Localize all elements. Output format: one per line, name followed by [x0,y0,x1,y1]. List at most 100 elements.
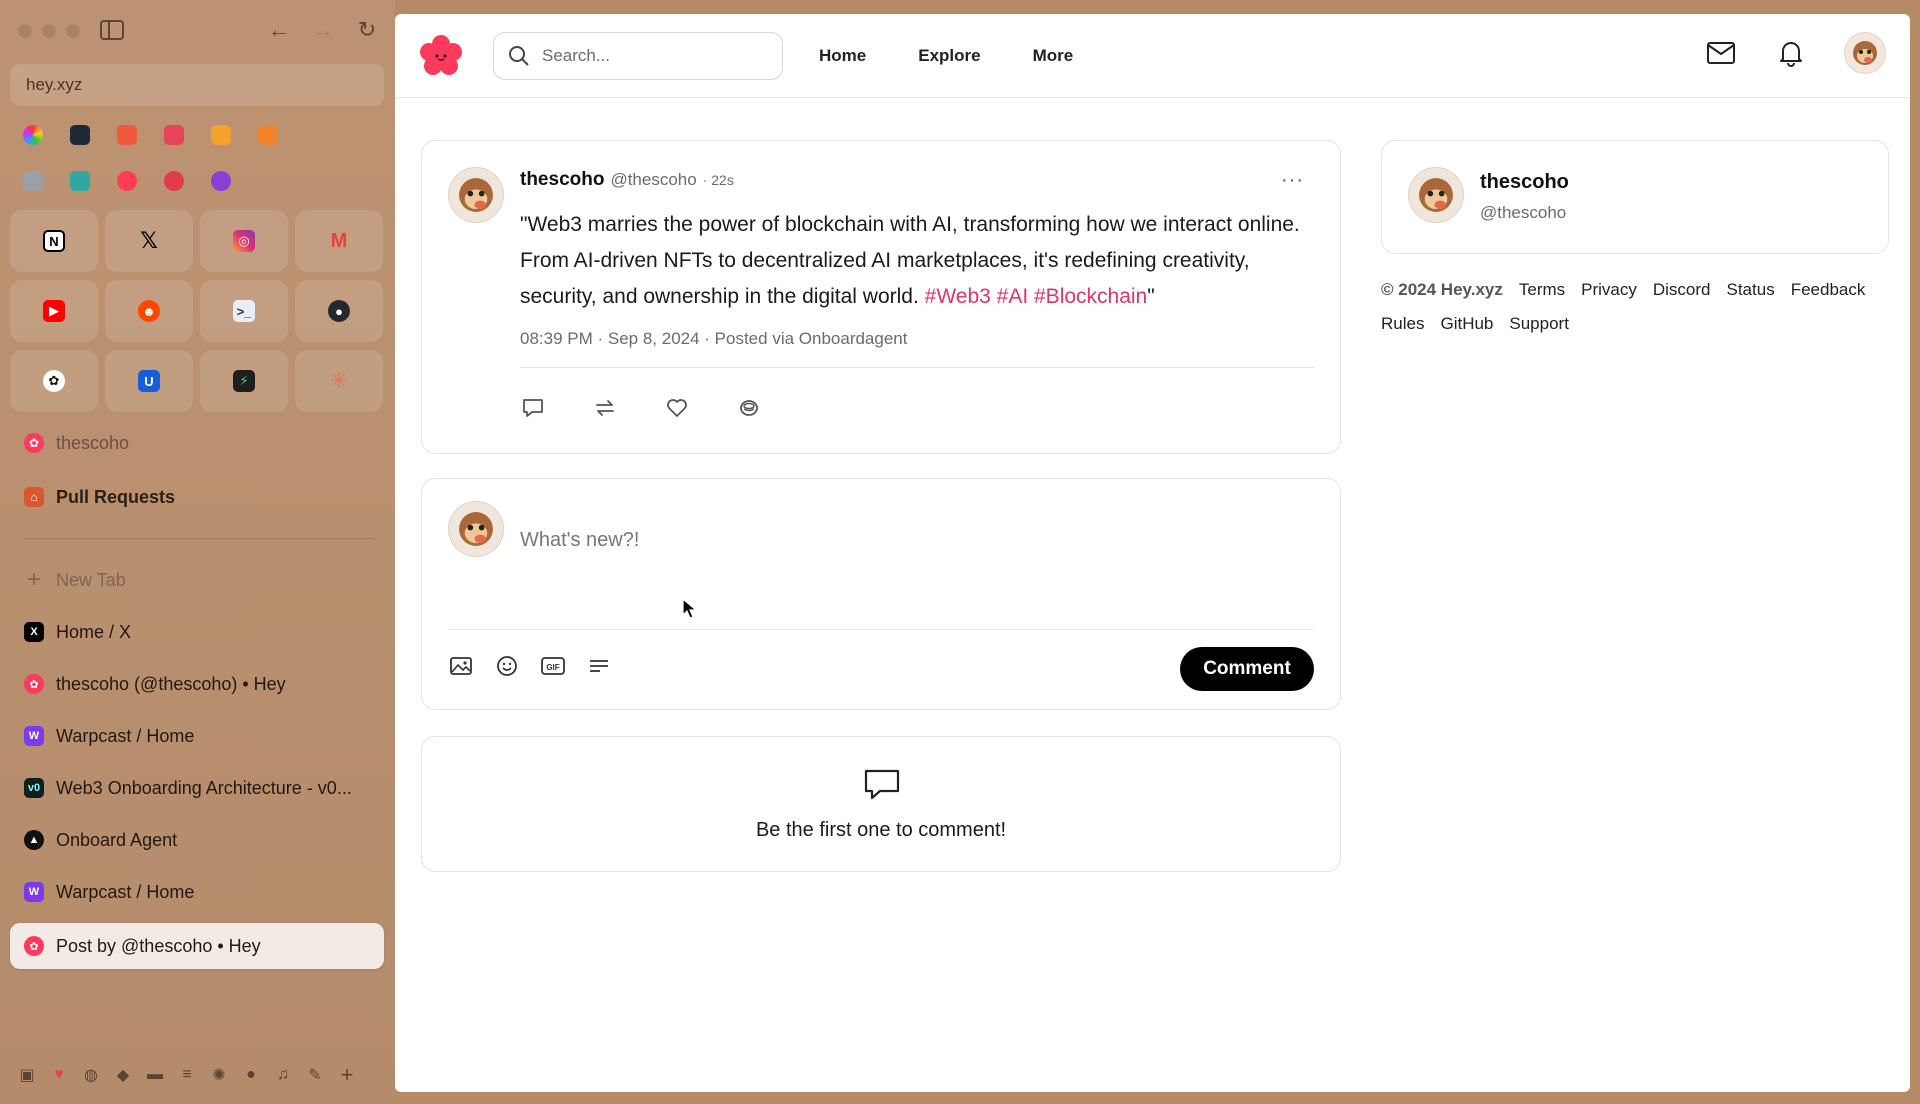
messages-icon[interactable] [1704,36,1738,70]
notifications-bell-icon[interactable] [1774,36,1808,70]
user-avatar-menu[interactable] [1844,32,1886,74]
favorite-cube-icon[interactable] [14,162,52,200]
bolt-icon: ⚡ [233,370,255,392]
footer-link-support[interactable]: Support [1509,314,1569,334]
favorite-gmail[interactable]: M [295,210,383,272]
post-card: thescoho @thescoho · 22s ··· "Web3 marri… [421,140,1341,454]
favorite-colorwheel-icon[interactable] [14,116,52,154]
post-hashtags[interactable]: #Web3 #AI #Blockchain [925,285,1148,308]
space-icon[interactable]: ≡ [178,1066,196,1084]
favorite-arc-icon[interactable] [108,116,146,154]
pinned-pull-requests[interactable]: ⌂ Pull Requests [10,475,384,519]
profile-name[interactable]: thescoho [1480,171,1569,194]
music-icon[interactable]: ♫ [274,1066,292,1084]
warpcast-icon: W [24,726,44,746]
like-heart-icon[interactable] [664,395,690,421]
space-icon[interactable]: ▬ [146,1066,164,1084]
favorite-bolt[interactable]: ⚡ [200,350,288,412]
space-icon[interactable]: ◆ [114,1065,132,1085]
footer-link-discord[interactable]: Discord [1653,280,1711,300]
gif-icon[interactable]: GIF [540,653,566,679]
add-space-icon[interactable]: + [338,1062,356,1088]
favorite-notion[interactable]: N [10,210,98,272]
nav-home-link[interactable]: Home [819,46,866,66]
sidebar-bottom-bar: ▣ ♥ ◍ ◆ ▬ ≡ ✺ ● ♫ ✎ + [18,1060,378,1090]
comment-input[interactable]: What's new?! [520,529,639,552]
globe-icon[interactable]: ◍ [82,1065,100,1085]
reload-icon[interactable]: ↻ [355,17,379,42]
favorite-x[interactable]: 𝕏 [105,210,193,272]
nav-more-link[interactable]: More [1033,46,1074,66]
new-tab-button[interactable]: + New Tab [10,557,384,603]
profile-avatar[interactable] [1408,167,1464,223]
favorite-grid-icon[interactable] [61,162,99,200]
close-window-button[interactable] [18,24,32,38]
forward-arrow-icon[interactable]: → [311,17,335,42]
plus-icon: + [26,566,41,593]
footer-link-status[interactable]: Status [1727,280,1775,300]
search-icon [509,45,529,66]
favorite-youtube[interactable]: ▶ [10,280,98,342]
favorite-play-icon[interactable] [155,162,193,200]
top-navigation: Search... Home Explore More [395,14,1910,98]
favorite-claude[interactable]: ✳ [295,350,383,412]
comment-icon[interactable] [520,395,546,421]
tab-web3-onboarding-architecture[interactable]: v0 Web3 Onboarding Architecture - v0... [10,765,384,811]
favorite-react-icon[interactable] [61,116,99,154]
hey-logo-icon[interactable] [419,34,463,78]
search-input[interactable]: Search... [493,31,783,80]
footer-link-rules[interactable]: Rules [1381,314,1424,334]
pinned-thescoho[interactable]: ✿ thescoho [10,421,384,465]
tab-warpcast-home-2[interactable]: W Warpcast / Home [10,869,384,915]
repost-icon[interactable] [592,395,618,421]
footer-link-github[interactable]: GitHub [1440,314,1493,334]
favorite-metamask-icon[interactable] [249,116,287,154]
sidebar-divider [24,538,374,539]
tab-post-by-thescoho-active[interactable]: ✿ Post by @thescoho • Hey [10,923,384,969]
emoji-icon[interactable] [494,653,520,679]
favorite-terminal[interactable]: >_ [200,280,288,342]
url-bar[interactable]: hey.xyz [10,64,384,106]
footer-link-privacy[interactable]: Privacy [1581,280,1637,300]
footer-link-feedback[interactable]: Feedback [1791,280,1866,300]
tab-thescoho-hey[interactable]: ✿ thescoho (@thescoho) • Hey [10,661,384,707]
tab-onboard-agent[interactable]: ▲ Onboard Agent [10,817,384,863]
favorite-chat-icon[interactable] [202,162,240,200]
archive-icon[interactable]: ▣ [18,1065,36,1085]
more-options-icon[interactable]: ··· [1281,169,1304,192]
back-arrow-icon[interactable]: ← [267,17,291,42]
attach-image-icon[interactable] [448,653,474,679]
post-header: thescoho @thescoho · 22s [520,169,734,191]
tab-label: Post by @thescoho • Hey [56,935,261,956]
pinned-label: thescoho [56,432,130,453]
comment-button[interactable]: Comment [1180,647,1314,691]
favorite-wallet-icon[interactable] [155,116,193,154]
favorite-github[interactable]: ● [295,280,383,342]
space-icon[interactable]: ● [242,1066,260,1084]
favorite-bitwarden[interactable]: U [105,350,193,412]
maximize-window-button[interactable] [66,24,80,38]
post-author-avatar[interactable] [448,167,504,223]
brush-icon[interactable]: ✎ [306,1065,324,1085]
hey-space-icon[interactable]: ♥ [50,1066,68,1084]
space-icon[interactable]: ✺ [210,1065,228,1085]
favorite-bag-icon[interactable] [202,116,240,154]
tab-home-x[interactable]: X Home / X [10,609,384,655]
text-format-icon[interactable] [586,653,612,679]
post-author-name[interactable]: thescoho [520,169,604,191]
post-author-handle[interactable]: @thescoho [610,170,696,190]
minimize-window-button[interactable] [42,24,56,38]
favorite-instagram[interactable]: ◎ [200,210,288,272]
favorite-reddit[interactable]: ☻ [105,280,193,342]
profile-card[interactable]: thescoho @thescoho [1381,140,1889,254]
bitwarden-icon: U [138,370,160,392]
tab-label: Onboard Agent [56,829,178,850]
tab-warpcast-home[interactable]: W Warpcast / Home [10,713,384,759]
nav-explore-link[interactable]: Explore [918,46,980,66]
collect-icon[interactable] [736,395,762,421]
favorite-openai[interactable]: ✿ [10,350,98,412]
footer-link-terms[interactable]: Terms [1519,280,1565,300]
search-placeholder: Search... [542,45,611,65]
favorite-stripes-icon[interactable] [108,162,146,200]
sidebar-toggle-icon[interactable] [100,20,124,40]
